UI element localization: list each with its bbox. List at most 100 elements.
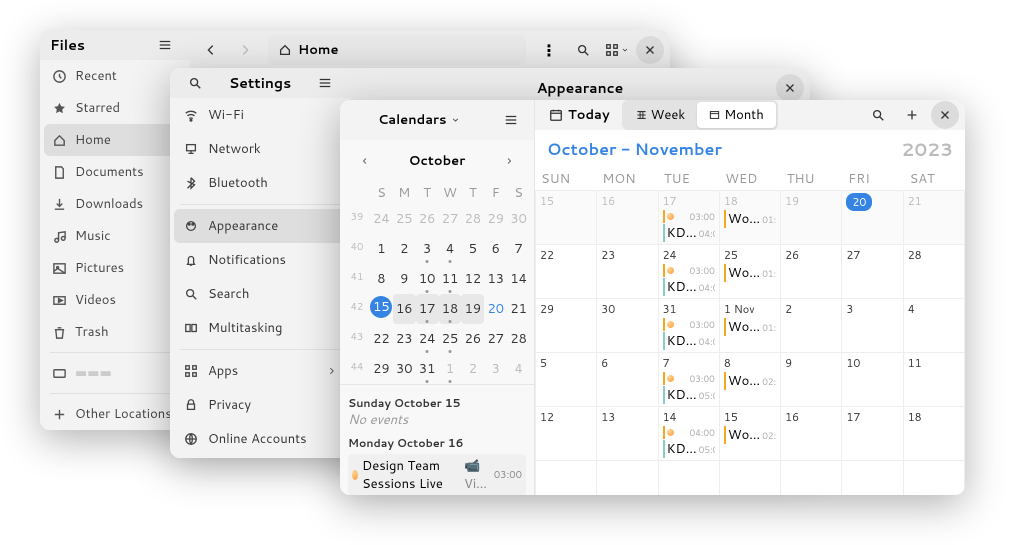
mini-day[interactable]: 3	[484, 354, 507, 384]
grid-cell[interactable]: 8Wo…02:00	[720, 353, 781, 407]
search-icon[interactable]	[180, 68, 210, 98]
mini-day[interactable]: 30	[507, 204, 530, 234]
mini-day[interactable]: 25	[439, 324, 462, 354]
settings-network[interactable]: Network	[170, 132, 350, 166]
hamburger-icon[interactable]	[150, 30, 180, 60]
mini-day[interactable]: 31	[416, 354, 439, 384]
mini-day[interactable]: 14	[507, 264, 530, 294]
mini-day[interactable]: 10	[416, 264, 439, 294]
grid-cell[interactable]: 31 03:00KD…04:00	[659, 299, 720, 353]
mini-day[interactable]: 17	[416, 294, 439, 324]
mini-day[interactable]: 26	[416, 204, 439, 234]
grid-cell[interactable]: 19	[781, 191, 842, 245]
mini-day[interactable]: 1	[370, 234, 393, 264]
mini-day[interactable]: 30	[393, 354, 416, 384]
grid-cell[interactable]: 7 03:00KD…05:00	[659, 353, 720, 407]
grid-cell[interactable]: 30	[597, 299, 658, 353]
mini-day[interactable]: 18	[439, 294, 462, 324]
grid-cell[interactable]: 26	[781, 245, 842, 299]
view-switcher[interactable]	[602, 35, 632, 65]
today-button[interactable]: Today	[541, 101, 618, 129]
mini-day[interactable]: 4	[507, 354, 530, 384]
hamburger-icon[interactable]	[310, 68, 340, 98]
mini-day[interactable]: 25	[393, 204, 416, 234]
grid-cell[interactable]: 2	[781, 299, 842, 353]
grid-cell[interactable]: 1 NovWo…01:00	[720, 299, 781, 353]
grid-cell[interactable]: 25Wo…01:00	[720, 245, 781, 299]
grid-cell[interactable]: 27	[842, 245, 903, 299]
mini-day[interactable]: 24	[370, 204, 393, 234]
grid-cell[interactable]: 17	[842, 407, 903, 461]
grid-cell[interactable]: 21	[904, 191, 965, 245]
files-sidebar-pictures[interactable]: Pictures	[40, 252, 190, 284]
mini-day[interactable]: 29	[370, 354, 393, 384]
mini-day[interactable]: 2	[393, 234, 416, 264]
mini-day[interactable]: 13	[484, 264, 507, 294]
grid-cell[interactable]: 16	[597, 191, 658, 245]
grid-cell[interactable]: 16	[781, 407, 842, 461]
settings-privacy[interactable]: Privacy	[170, 388, 350, 422]
grid-cell[interactable]: 24 03:00KD…04:00	[659, 245, 720, 299]
files-other-locations[interactable]: Other Locations	[40, 398, 190, 430]
view-week[interactable]: Week	[624, 102, 698, 128]
mini-day[interactable]: 4	[439, 234, 462, 264]
mini-day[interactable]: 24	[416, 324, 439, 354]
mini-day[interactable]: 6	[484, 234, 507, 264]
mini-day[interactable]: 1	[439, 354, 462, 384]
mini-day[interactable]: 28	[507, 324, 530, 354]
view-month[interactable]: Month	[697, 102, 776, 128]
next-month-icon[interactable]	[494, 146, 524, 176]
mini-day[interactable]: 22	[370, 324, 393, 354]
close-icon[interactable]	[636, 36, 664, 64]
search-icon[interactable]	[863, 100, 893, 130]
search-icon[interactable]	[568, 35, 598, 65]
grid-cell[interactable]: 9	[781, 353, 842, 407]
mini-day[interactable]: 27	[484, 324, 507, 354]
settings-wi-fi[interactable]: Wi-Fi	[170, 98, 350, 132]
grid-cell[interactable]: 3	[842, 299, 903, 353]
files-crumb[interactable]: Home	[268, 35, 526, 65]
grid-cell[interactable]: 4	[904, 299, 965, 353]
mini-day[interactable]: 23	[393, 324, 416, 354]
grid-cell[interactable]: 18	[904, 407, 965, 461]
grid-cell[interactable]: 14 04:00KD…05:00	[659, 407, 720, 461]
settings-multitasking[interactable]: Multitasking	[170, 311, 350, 345]
grid-cell[interactable]: 5	[536, 353, 597, 407]
mini-day[interactable]: 29	[484, 204, 507, 234]
mini-day[interactable]: 19	[461, 294, 484, 324]
back-icon[interactable]	[196, 35, 226, 65]
mini-day[interactable]: 2	[461, 354, 484, 384]
more-icon[interactable]: ⋮	[534, 35, 564, 65]
grid-cell[interactable]: 11	[904, 353, 965, 407]
files-sidebar-documents[interactable]: Documents	[40, 156, 190, 188]
mini-day[interactable]: 11	[439, 264, 462, 294]
grid-cell[interactable]: 22	[536, 245, 597, 299]
mini-day[interactable]: 27	[439, 204, 462, 234]
grid-cell[interactable]: 17 03:00KD…04:00	[659, 191, 720, 245]
forward-icon[interactable]	[230, 35, 260, 65]
mini-day[interactable]: 12	[461, 264, 484, 294]
close-icon[interactable]	[776, 74, 804, 102]
grid-cell[interactable]: 29	[536, 299, 597, 353]
files-sidebar-videos[interactable]: Videos	[40, 284, 190, 316]
settings-apps[interactable]: Apps	[170, 354, 350, 388]
mini-day[interactable]: 8	[370, 264, 393, 294]
mini-day[interactable]: 7	[507, 234, 530, 264]
grid-cell[interactable]: 28	[904, 245, 965, 299]
files-sidebar-recent[interactable]: Recent	[40, 60, 190, 92]
files-sidebar-home[interactable]: Home	[44, 124, 186, 156]
settings-search[interactable]: Search	[170, 277, 350, 311]
files-sidebar-trash[interactable]: Trash	[40, 316, 190, 348]
hamburger-icon[interactable]	[496, 105, 526, 135]
files-sidebar-starred[interactable]: Starred	[40, 92, 190, 124]
mini-day[interactable]: 26	[461, 324, 484, 354]
mini-day[interactable]: 20	[484, 294, 507, 324]
mini-day[interactable]: 16	[393, 294, 416, 324]
files-sidebar-music[interactable]: Music	[40, 220, 190, 252]
grid-cell[interactable]: 13	[597, 407, 658, 461]
files-sidebar-device[interactable]: ▬▬▬	[40, 357, 190, 389]
settings-notifications[interactable]: Notifications	[170, 243, 350, 277]
files-sidebar-downloads[interactable]: Downloads	[40, 188, 190, 220]
settings-sharing[interactable]: Sharing	[170, 456, 350, 458]
mini-day[interactable]: 28	[461, 204, 484, 234]
